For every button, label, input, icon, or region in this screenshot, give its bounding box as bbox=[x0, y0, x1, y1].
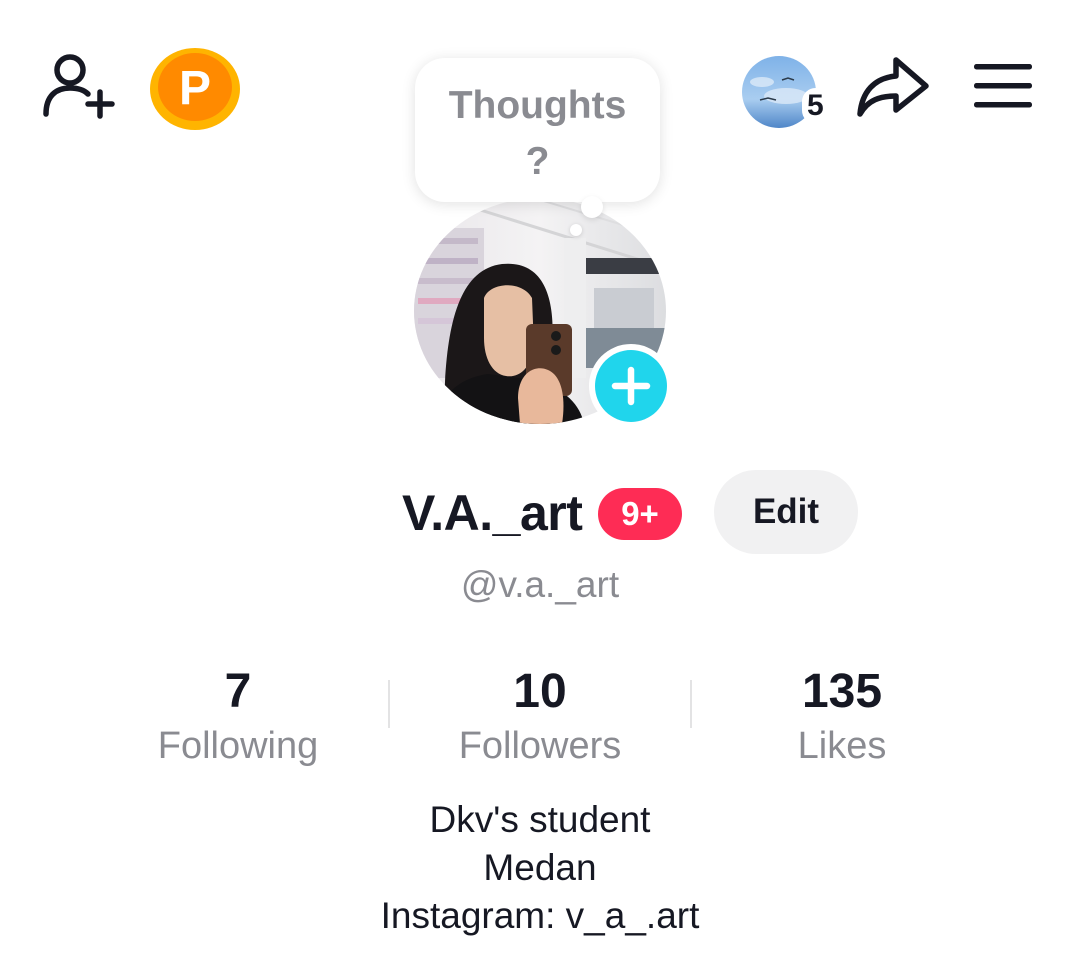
display-name: V.A._art bbox=[402, 485, 583, 541]
bubble-tail-dot-small bbox=[570, 224, 582, 236]
bubble-tail-dot bbox=[581, 196, 603, 218]
stat-following[interactable]: 7 Following bbox=[88, 664, 388, 772]
edit-profile-button[interactable]: Edit bbox=[714, 470, 858, 554]
followers-count: 10 bbox=[513, 665, 567, 718]
likes-label: Likes bbox=[797, 725, 887, 767]
hamburger-menu-icon[interactable] bbox=[970, 60, 1034, 112]
add-avatar-button[interactable] bbox=[589, 344, 673, 428]
bio: Dkv's student Medan Instagram: v_a_.art bbox=[0, 796, 1080, 940]
stat-likes[interactable]: 135 Likes bbox=[692, 664, 992, 772]
plus-icon bbox=[595, 350, 667, 422]
thoughts-bubble[interactable]: Thoughts ? bbox=[415, 58, 660, 202]
share-icon[interactable] bbox=[856, 54, 930, 118]
likes-count: 135 bbox=[801, 665, 883, 718]
bio-line: Dkv's student bbox=[429, 799, 651, 840]
story-count-badge: 5 bbox=[802, 88, 829, 124]
notification-badge[interactable]: 9+ bbox=[598, 488, 682, 540]
points-letter: P bbox=[179, 62, 211, 115]
stat-followers[interactable]: 10 Followers bbox=[390, 664, 690, 772]
thoughts-question-mark: ? bbox=[525, 140, 550, 183]
bio-instagram-line[interactable]: Instagram: v_a_.art bbox=[0, 892, 1080, 940]
points-coin-icon[interactable]: P bbox=[150, 48, 240, 130]
bio-line: Medan bbox=[483, 847, 597, 888]
add-friend-icon[interactable] bbox=[40, 52, 116, 122]
thoughts-label: Thoughts bbox=[448, 84, 627, 127]
following-label: Following bbox=[157, 725, 319, 767]
following-count: 7 bbox=[224, 665, 252, 718]
followers-label: Followers bbox=[458, 725, 622, 767]
username: @v.a._art bbox=[460, 564, 620, 605]
